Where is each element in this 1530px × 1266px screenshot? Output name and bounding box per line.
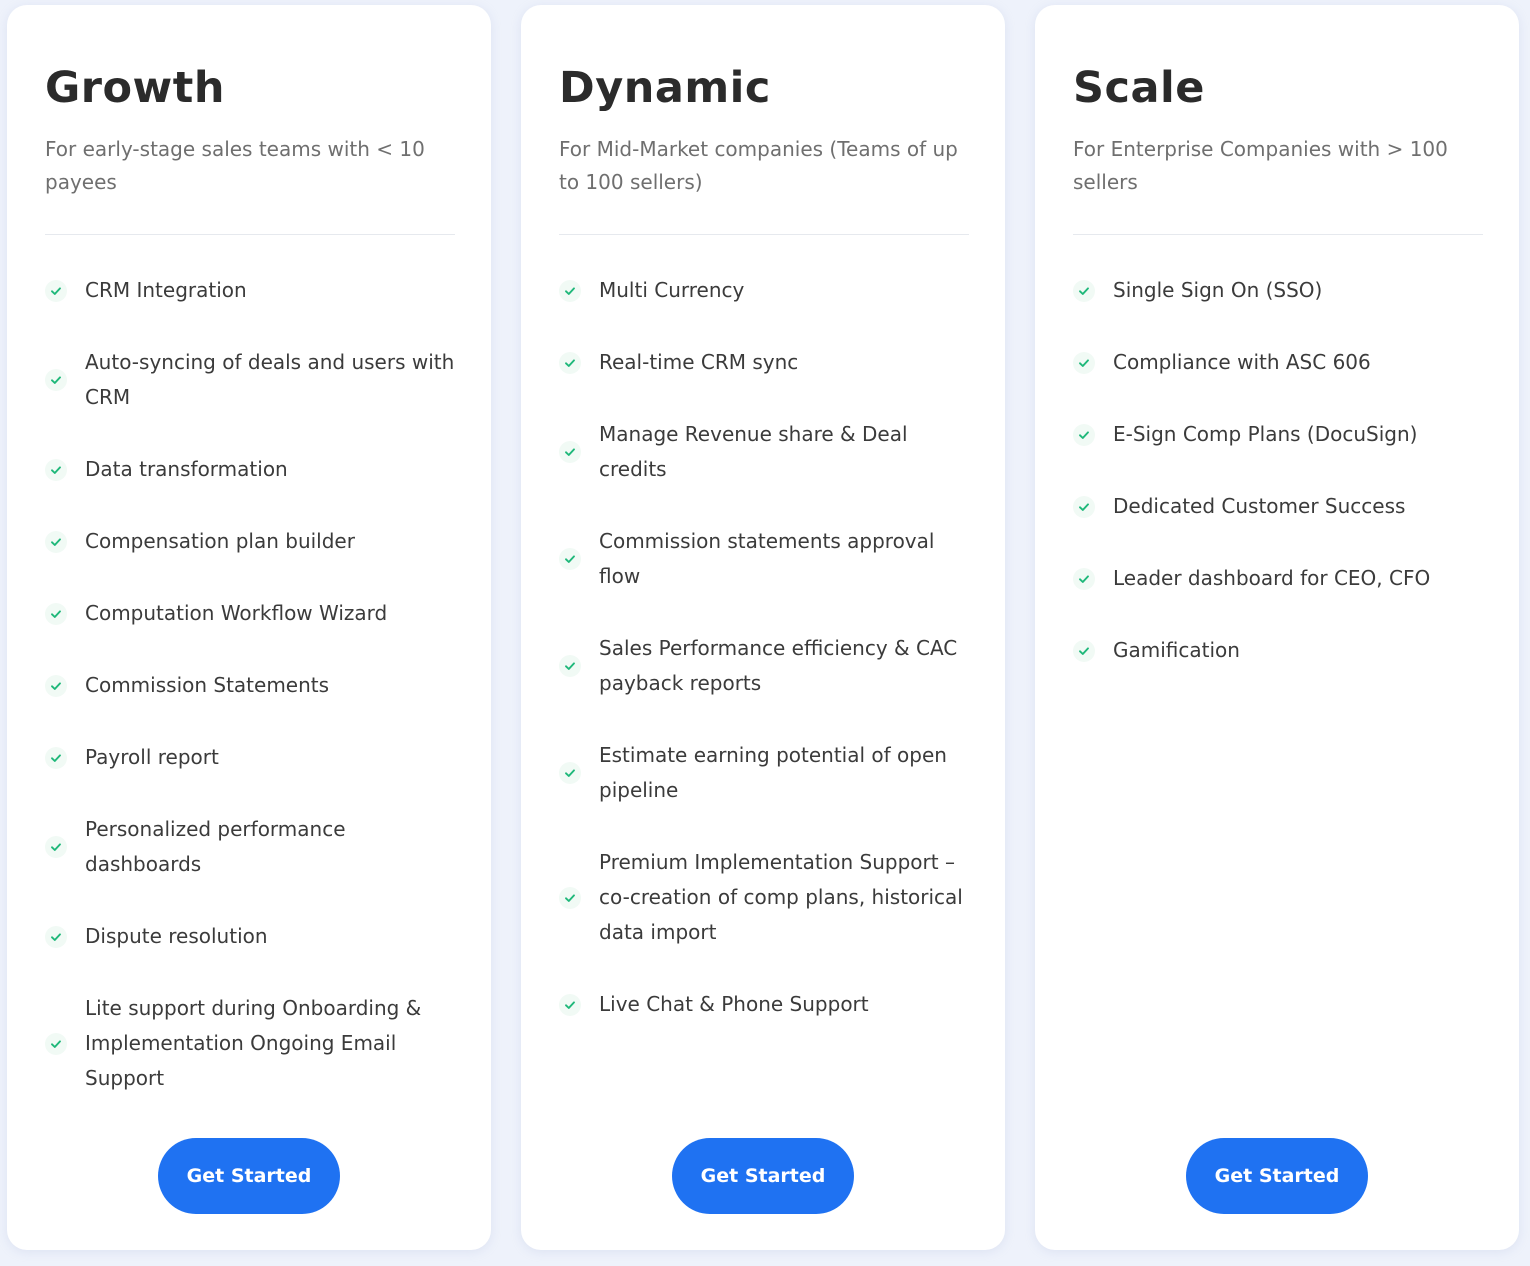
feature-label: CRM Integration [85,278,247,302]
feature-label: Estimate earning potential of open pipel… [599,743,947,802]
feature-item: Single Sign On (SSO) [1073,273,1483,308]
feature-list: Multi Currency Real-time CRM sync Manage R… [559,273,969,1059]
feature-item: Lite support during Onboarding & Impleme… [45,991,455,1096]
check-icon [1073,495,1095,518]
plan-description: For early-stage sales teams with < 10 pa… [45,137,425,194]
feature-label: Real-time CRM sync [599,350,799,374]
check-icon [559,548,581,570]
feature-label: Lite support during Onboarding & Impleme… [85,996,422,1090]
check-icon [559,351,581,374]
check-icon [45,279,67,302]
feature-item: Compliance with ASC 606 [1073,345,1483,380]
plan-description: For Enterprise Companies with > 100 sell… [1073,137,1448,194]
check-icon [1073,423,1095,446]
check-icon [45,674,67,697]
feature-item: Manage Revenue share & Deal credits [559,417,969,487]
check-icon [45,746,67,769]
feature-item: Leader dashboard for CEO, CFO [1073,561,1483,596]
feature-label: Payroll report [85,745,219,769]
feature-label: Sales Performance efficiency & CAC payba… [599,636,958,695]
check-icon [559,993,581,1016]
pricing-plans: Growth For early-stage sales teams with … [0,0,1530,1266]
check-icon [1073,279,1095,302]
feature-label: Data transformation [85,457,288,481]
check-icon [45,458,67,481]
feature-item: Computation Workflow Wizard [45,596,455,631]
divider [559,234,969,235]
feature-label: Manage Revenue share & Deal credits [599,422,908,481]
feature-label: Commission Statements [85,673,330,697]
check-icon [45,836,67,858]
plan-card-scale: Scale For Enterprise Companies with > 10… [1035,5,1519,1250]
feature-label: Gamification [1113,638,1240,662]
check-icon [45,602,67,625]
feature-item: Commission Statements [45,668,455,703]
get-started-button[interactable]: Get Started [672,1138,854,1214]
feature-item: Dedicated Customer Success [1073,489,1483,524]
feature-item: Sales Performance efficiency & CAC payba… [559,631,969,701]
check-icon [45,369,67,391]
feature-item: Gamification [1073,633,1483,668]
feature-item: Compensation plan builder [45,524,455,559]
feature-label: E-Sign Comp Plans (DocuSign) [1113,422,1418,446]
check-icon [45,1032,67,1055]
check-icon [1073,639,1095,662]
feature-label: Leader dashboard for CEO, CFO [1113,566,1431,590]
check-icon [45,530,67,553]
feature-list: CRM Integration Auto-syncing of deals and… [45,273,455,1133]
feature-label: Multi Currency [599,278,745,302]
plan-card-growth: Growth For early-stage sales teams with … [7,5,491,1250]
feature-item: E-Sign Comp Plans (DocuSign) [1073,417,1483,452]
feature-item: Data transformation [45,452,455,487]
check-icon [559,441,581,463]
feature-item: Estimate earning potential of open pipel… [559,738,969,808]
feature-item: Commission statements approval flow [559,524,969,594]
plan-title: Dynamic [559,63,771,113]
feature-label: Premium Implementation Support – co-crea… [599,850,963,944]
get-started-button[interactable]: Get Started [158,1138,340,1214]
feature-label: Single Sign On (SSO) [1113,278,1323,302]
feature-item: Real-time CRM sync [559,345,969,380]
check-icon [559,762,581,784]
feature-item: Dispute resolution [45,919,455,954]
plan-description: For Mid-Market companies (Teams of up to… [559,137,958,194]
feature-label: Personalized performance dashboards [85,817,346,876]
plan-card-dynamic: Dynamic For Mid-Market companies (Teams … [521,5,1005,1250]
feature-item: Personalized performance dashboards [45,812,455,882]
feature-item: Multi Currency [559,273,969,308]
feature-label: Compensation plan builder [85,529,355,553]
feature-list: Single Sign On (SSO) Compliance with ASC … [1073,273,1483,705]
feature-label: Computation Workflow Wizard [85,601,388,625]
feature-label: Auto-syncing of deals and users with CRM [85,350,455,409]
plan-title: Growth [45,63,225,113]
check-icon [559,655,581,677]
feature-item: Premium Implementation Support – co-crea… [559,845,969,950]
feature-item: Payroll report [45,740,455,775]
feature-item: Auto-syncing of deals and users with CRM [45,345,455,415]
check-icon [559,886,581,909]
check-icon [1073,351,1095,374]
feature-label: Dedicated Customer Success [1113,494,1406,518]
get-started-button[interactable]: Get Started [1186,1138,1368,1214]
feature-item: Live Chat & Phone Support [559,987,969,1022]
feature-label: Compliance with ASC 606 [1113,350,1371,374]
divider [1073,234,1483,235]
check-icon [45,925,67,948]
plan-title: Scale [1073,63,1205,113]
check-icon [559,279,581,302]
divider [45,234,455,235]
check-icon [1073,567,1095,590]
feature-label: Commission statements approval flow [599,529,935,588]
feature-label: Dispute resolution [85,924,268,948]
feature-label: Live Chat & Phone Support [599,992,869,1016]
feature-item: CRM Integration [45,273,455,308]
